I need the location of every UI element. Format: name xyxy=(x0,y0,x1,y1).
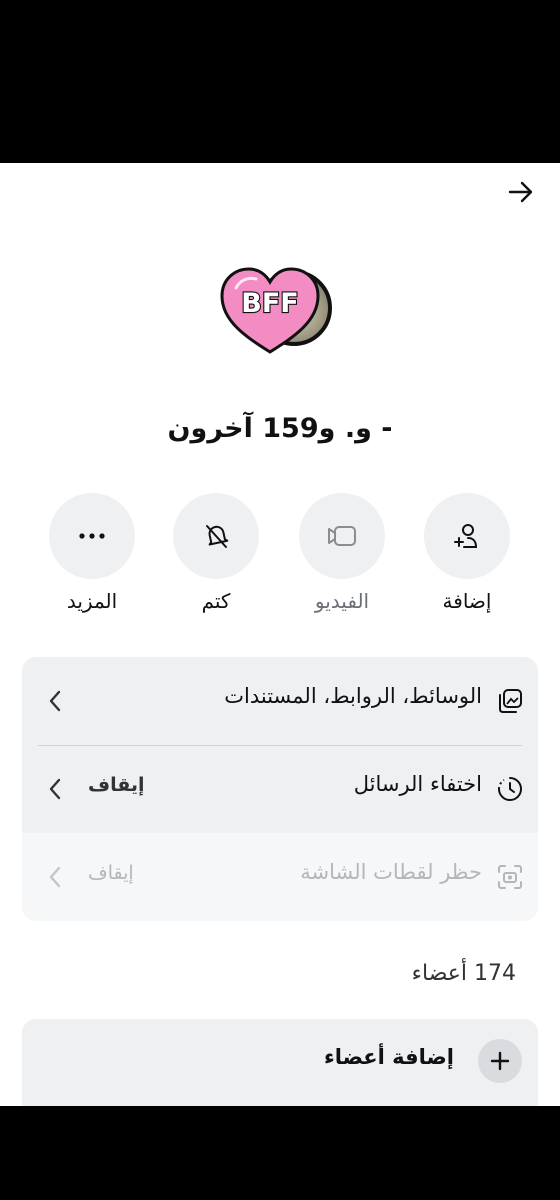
plus-icon xyxy=(490,1051,510,1071)
media-links-docs-label: الوسائط، الروابط، المستندات xyxy=(224,684,482,708)
add-members-label: إضافة أعضاء xyxy=(323,1045,454,1069)
media-links-docs-row[interactable]: الوسائط، الروابط، المستندات xyxy=(22,657,538,745)
avatar-badge-text: BFF xyxy=(241,288,298,319)
chevron-left-icon xyxy=(49,690,61,712)
timer-icon xyxy=(498,777,522,801)
members-count: 174 أعضاء xyxy=(411,961,516,986)
mute-label: كتم xyxy=(201,589,231,613)
block-screenshots-label: حظر لقطات الشاشة xyxy=(300,860,482,884)
video-button[interactable]: الفيديو xyxy=(297,493,387,613)
group-avatar[interactable]: BFF xyxy=(214,266,340,378)
add-button[interactable]: إضافة xyxy=(422,493,512,613)
group-title: - و. و159 آخرون xyxy=(167,413,393,444)
plus-circle xyxy=(478,1039,522,1083)
mute-button[interactable]: كتم xyxy=(171,493,261,613)
add-person-icon xyxy=(454,524,478,548)
camera-screenshot-icon xyxy=(498,865,522,889)
chevron-left-icon xyxy=(49,778,61,800)
more-label: المزيد xyxy=(66,589,118,613)
block-screenshots-status: إيقاف xyxy=(88,862,134,884)
media-gallery-icon xyxy=(499,689,522,713)
more-button[interactable]: المزيد xyxy=(47,493,137,613)
video-camera-icon xyxy=(328,526,356,546)
add-members-button[interactable]: إضافة أعضاء xyxy=(22,1019,538,1106)
group-info-screen: BFF - و. و159 آخرون إضافة الفيديو كتم ال… xyxy=(0,163,560,1106)
chevron-left-icon xyxy=(49,866,61,888)
bff-heart-icon: BFF xyxy=(220,267,320,354)
settings-card: الوسائط، الروابط، المستندات اختفاء الرسا… xyxy=(22,657,538,921)
video-label: الفيديو xyxy=(314,589,370,613)
more-dots-icon xyxy=(79,533,105,539)
arrow-right-icon xyxy=(508,181,533,203)
quick-actions: إضافة الفيديو كتم المزيد xyxy=(0,493,560,623)
disappearing-messages-row[interactable]: اختفاء الرسائل إيقاف xyxy=(22,745,538,833)
back-button[interactable] xyxy=(504,177,538,207)
block-screenshots-row[interactable]: حظر لقطات الشاشة إيقاف xyxy=(22,833,538,921)
add-label: إضافة xyxy=(442,589,492,613)
disappearing-messages-status: إيقاف xyxy=(88,774,145,796)
disappearing-messages-label: اختفاء الرسائل xyxy=(353,772,482,796)
bell-off-icon xyxy=(206,525,229,548)
